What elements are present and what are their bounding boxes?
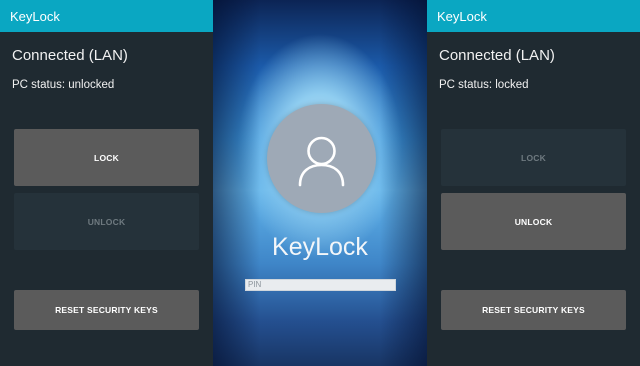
app-title: KeyLock bbox=[437, 9, 487, 24]
lock-button[interactable]: LOCK bbox=[14, 129, 199, 186]
app-title: KeyLock bbox=[10, 9, 60, 24]
lock-screen-username: KeyLock bbox=[272, 233, 368, 261]
user-avatar bbox=[267, 104, 376, 213]
pin-input[interactable]: PIN bbox=[245, 279, 396, 291]
unlock-button[interactable]: UNLOCK bbox=[441, 193, 626, 250]
app-bar: KeyLock bbox=[0, 0, 213, 32]
lock-button: LOCK bbox=[441, 129, 626, 186]
app-bar: KeyLock bbox=[427, 0, 640, 32]
connection-status: Connected (LAN) bbox=[12, 47, 128, 64]
connection-status: Connected (LAN) bbox=[439, 47, 555, 64]
pc-status: PC status: unlocked bbox=[12, 79, 115, 91]
pc-status: PC status: locked bbox=[439, 79, 529, 91]
unlock-button: UNLOCK bbox=[14, 193, 199, 250]
reset-security-keys-button[interactable]: RESET SECURITY KEYS bbox=[14, 290, 199, 330]
user-icon bbox=[298, 136, 345, 187]
phone-screen-right: KeyLock Connected (LAN) PC status: locke… bbox=[427, 0, 640, 366]
windows-lock-screen: KeyLock PIN bbox=[213, 0, 427, 366]
phone-screen-left: KeyLock Connected (LAN) PC status: unloc… bbox=[0, 0, 213, 366]
reset-security-keys-button[interactable]: RESET SECURITY KEYS bbox=[441, 290, 626, 330]
